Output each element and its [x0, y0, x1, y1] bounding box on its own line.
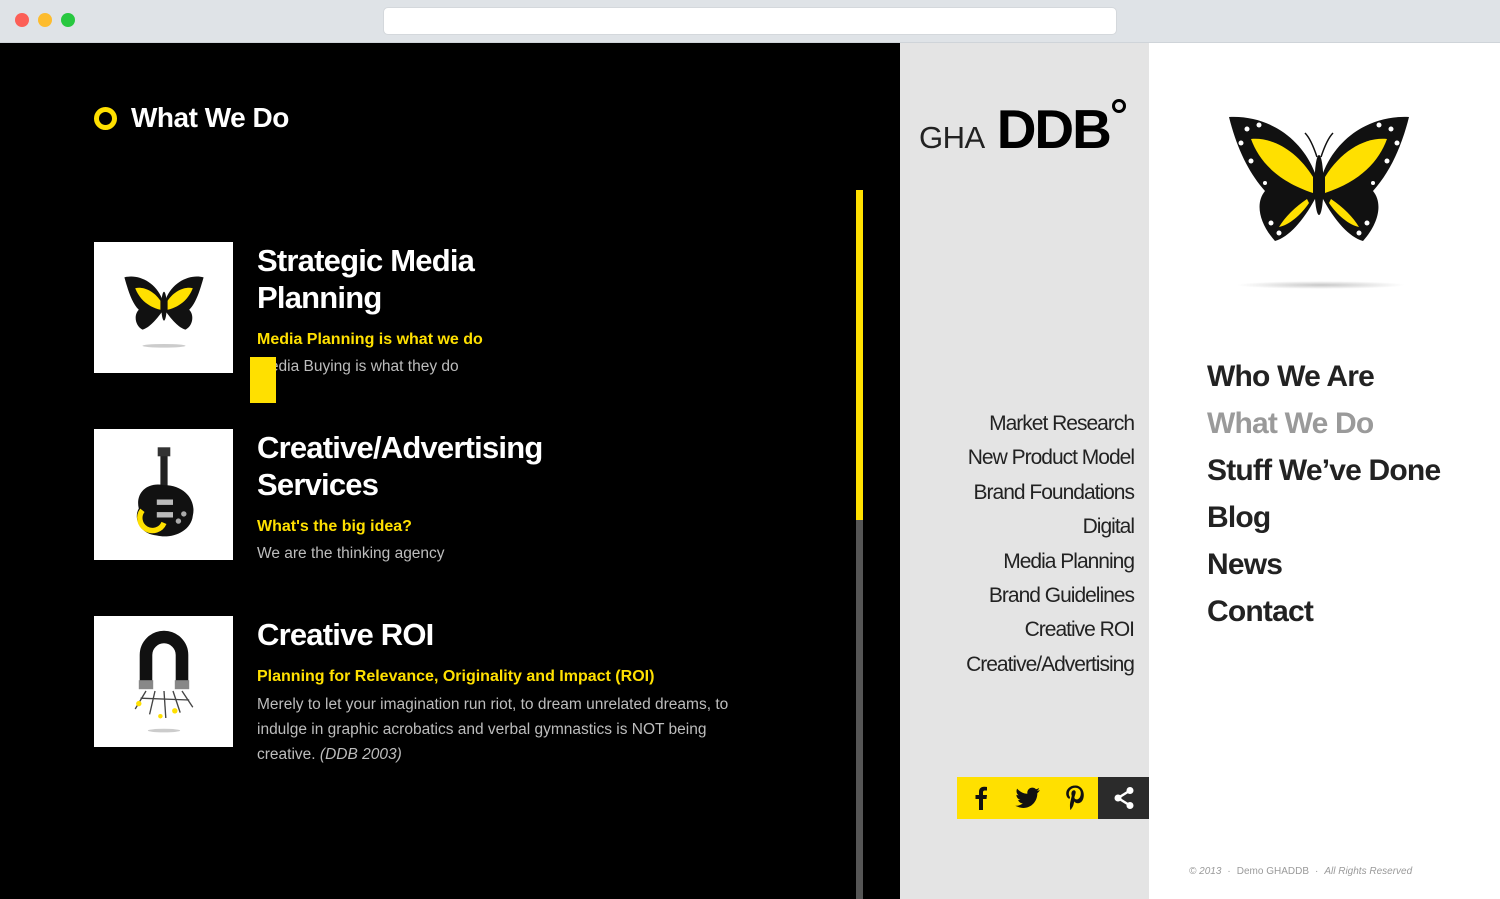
nav-item-news[interactable]: News [1207, 541, 1440, 588]
footer: © 2013 · Demo GHADDB · All Rights Reserved [1189, 866, 1412, 877]
nav-item-who-we-are[interactable]: Who We Are [1207, 353, 1440, 400]
service-subtitle: What's the big idea? [257, 518, 412, 535]
footer-separator: · [1315, 866, 1319, 877]
facebook-icon [975, 786, 987, 810]
logo-prefix: GHA [919, 120, 985, 155]
browser-chrome [0, 0, 1500, 43]
twitter-icon [1014, 787, 1040, 808]
nav-item-blog[interactable]: Blog [1207, 494, 1440, 541]
subnav-item-creative-roi[interactable]: Creative ROI [966, 613, 1135, 647]
facebook-button[interactable] [957, 777, 1004, 819]
footer-rights: All Rights Reserved [1324, 866, 1413, 877]
subnav-item-creative-advertising[interactable]: Creative/Advertising [966, 648, 1135, 682]
service-description: We are the thinking agency [257, 545, 445, 562]
scrollbar-thumb[interactable] [856, 190, 863, 520]
share-icon [1114, 787, 1134, 809]
service-thumbnail[interactable] [94, 616, 233, 747]
butterfly-icon [123, 276, 204, 348]
twitter-button[interactable] [1004, 777, 1051, 819]
subnav-item-brand-foundations[interactable]: Brand Foundations [966, 476, 1135, 510]
section-heading: What We Do [94, 101, 289, 135]
logo[interactable]: GHA DDB [919, 99, 1126, 157]
subnav-item-brand-guidelines[interactable]: Brand Guidelines [966, 579, 1135, 613]
logo-dot-icon [1111, 99, 1126, 113]
page-title: What We Do [131, 102, 289, 133]
magnet-icon [134, 630, 193, 732]
subnav-item-digital[interactable]: Digital [966, 510, 1135, 544]
share-button[interactable] [1098, 777, 1150, 819]
footer-separator: · [1227, 866, 1231, 877]
butterfly-shadow [1236, 281, 1406, 289]
active-section-marker [250, 357, 276, 403]
guitar-icon [136, 446, 193, 536]
nav-item-stuff-weve-done[interactable]: Stuff We’ve Done [1207, 447, 1441, 494]
main-nav-panel: Who We Are What We Do Stuff We’ve Done B… [1149, 43, 1500, 899]
footer-site: Demo GHADDB [1236, 866, 1309, 877]
logo-brand: DDB [997, 99, 1126, 157]
service-subtitle: Planning for Relevance, Originality and … [257, 668, 655, 685]
content-panel: What We Do Strategic Media Planning Medi… [0, 43, 900, 899]
subnav-item-market-research[interactable]: Market Research [966, 407, 1135, 441]
service-description: Media Buying is what they do [257, 358, 459, 375]
service-title[interactable]: Creative ROI [257, 616, 597, 653]
pinterest-button[interactable] [1051, 777, 1098, 819]
service-title[interactable]: Strategic Media Planning [257, 242, 597, 316]
service-title[interactable]: Creative/Advertising Services [257, 429, 597, 503]
subnav-item-new-product-model[interactable]: New Product Model [966, 441, 1135, 475]
footer-year: © 2013 [1189, 866, 1222, 877]
ring-icon [94, 106, 117, 130]
subnav-item-media-planning[interactable]: Media Planning [966, 545, 1135, 579]
butterfly-icon [1229, 116, 1409, 241]
social-bar [957, 777, 1150, 819]
service-description: Merely to let your imagination run riot,… [257, 692, 757, 767]
main-nav: Who We Are What We Do Stuff We’ve Done B… [1207, 353, 1441, 635]
pinterest-icon [1065, 785, 1084, 810]
close-window-button[interactable] [15, 13, 29, 27]
service-thumbnail[interactable] [94, 242, 233, 373]
address-bar[interactable] [383, 7, 1117, 35]
service-subtitle: Media Planning is what we do [257, 331, 483, 348]
nav-item-what-we-do[interactable]: What We Do [1207, 400, 1440, 447]
minimize-window-button[interactable] [38, 13, 52, 27]
maximize-window-button[interactable] [61, 13, 75, 27]
nav-item-contact[interactable]: Contact [1207, 588, 1440, 635]
subnav-panel: GHA DDB Market Research New Product Mode… [900, 43, 1150, 899]
subnav-list: Market Research New Product Model Brand … [966, 407, 1135, 682]
service-thumbnail[interactable] [94, 429, 233, 560]
service-citation: (DDB 2003) [319, 746, 402, 763]
logo-brand-text: DDB [996, 98, 1112, 160]
